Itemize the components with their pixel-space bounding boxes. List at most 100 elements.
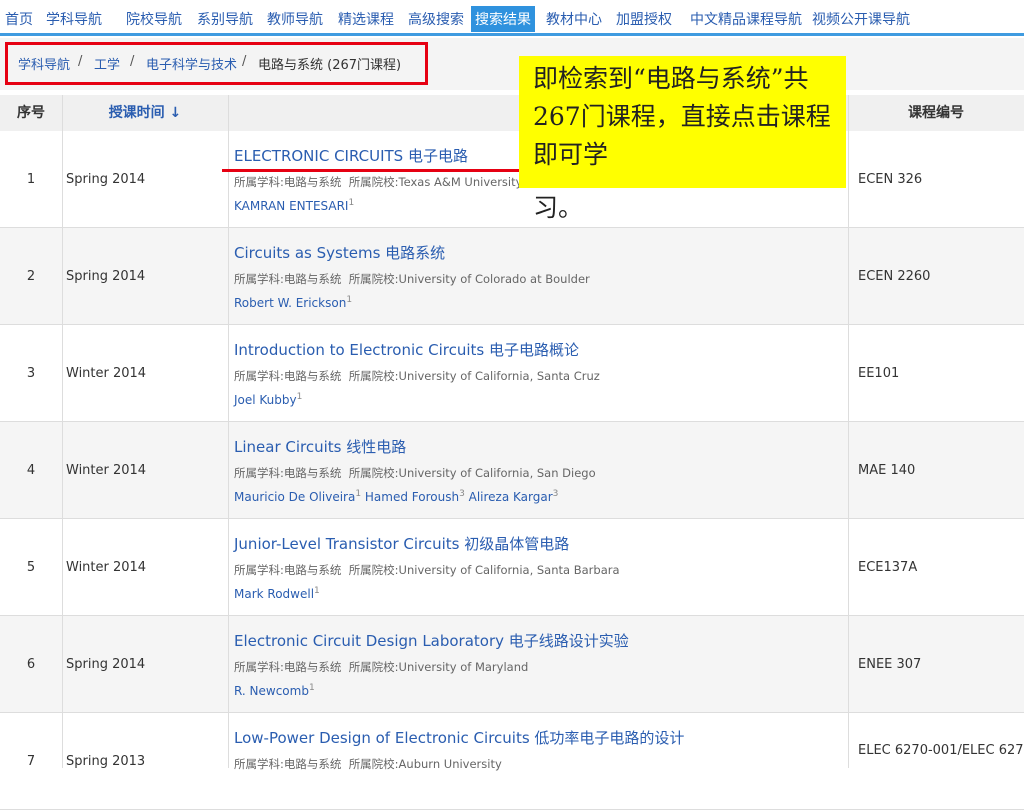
- course-school: 所属院校:University of California, Santa Bar…: [348, 563, 620, 577]
- course-meta: 所属学科:电路与系统 所属院校:University of Colorado a…: [234, 271, 590, 287]
- nav-open-video[interactable]: 视频公开课导航: [812, 9, 910, 29]
- course-code: ENEE 307: [858, 657, 922, 672]
- course-teachers: Mark Rodwell1: [234, 586, 320, 601]
- course-teachers: Mauricio De Oliveira1 Hamed Foroush3 Ali…: [234, 489, 558, 504]
- course-code: ECE137A: [858, 560, 918, 575]
- teacher-index: 1: [346, 295, 353, 305]
- course-meta: 所属学科:电路与系统 所属院校:Texas A&M University: [234, 174, 522, 190]
- header-time-sort[interactable]: 授课时间 ↓: [62, 95, 228, 131]
- row-time: Spring 2014: [66, 269, 146, 284]
- course-subject: 所属学科:电路与系统: [234, 466, 342, 480]
- teacher-index: 1: [308, 683, 315, 693]
- nav-partnership[interactable]: 加盟授权: [616, 9, 672, 29]
- course-school: 所属院校:University of Colorado at Boulder: [348, 272, 590, 286]
- nav-search-results[interactable]: 搜索结果: [471, 6, 535, 32]
- teacher-link[interactable]: Alireza Kargar: [469, 490, 553, 504]
- course-code: ELEC 6270-001/ELEC 6270-001: [858, 743, 1024, 758]
- annotation-callout-tail: 习。: [519, 188, 583, 222]
- nav-advanced-search[interactable]: 高级搜索: [408, 9, 464, 29]
- course-code: ECEN 326: [858, 172, 923, 187]
- breadcrumb-engineering[interactable]: 工学: [94, 54, 120, 73]
- breadcrumb-separator: /: [130, 54, 135, 69]
- course-teachers: Robert W. Erickson1: [234, 295, 352, 310]
- teacher-link[interactable]: Mark Rodwell: [234, 587, 314, 601]
- teacher-index: 1: [314, 586, 320, 596]
- teacher-link[interactable]: Hamed Foroush: [365, 490, 459, 504]
- table-row: 2 Spring 2014 Circuits as Systems 电路系统所属学科…: [0, 228, 1024, 325]
- nav-chinese-courses[interactable]: 中文精品课程导航: [690, 9, 802, 29]
- course-school: 所属院校:University of California, San Diego: [348, 466, 596, 480]
- course-meta: 所属学科:电路与系统 所属院校:University of California…: [234, 562, 620, 578]
- annotation-callout: 即检索到“电路与系统”共267门课程，直接点击课程即可学: [519, 56, 846, 188]
- course-meta: 所属学科:电路与系统 所属院校:University of Maryland: [234, 659, 528, 675]
- teacher-link[interactable]: Mauricio De Oliveira: [234, 490, 355, 504]
- course-teachers: KAMRAN ENTESARI1: [234, 198, 354, 213]
- course-subject: 所属学科:电路与系统: [234, 272, 342, 286]
- course-school: 所属院校:University of California, Santa Cru…: [348, 369, 600, 383]
- course-title-link[interactable]: Introduction to Electronic Circuits 电子电路…: [234, 339, 579, 360]
- course-subject: 所属学科:电路与系统: [234, 175, 342, 189]
- course-title-link[interactable]: Electronic Circuit Design Laboratory 电子线…: [234, 630, 629, 651]
- row-time: Spring 2013: [66, 754, 146, 769]
- teacher-link[interactable]: Robert W. Erickson: [234, 296, 346, 310]
- row-seq: 1: [26, 172, 36, 187]
- course-teachers: Joel Kubby1: [234, 392, 302, 407]
- teacher-link[interactable]: Joel Kubby: [234, 393, 297, 407]
- teacher-link[interactable]: KAMRAN ENTESARI: [234, 199, 348, 213]
- course-subject: 所属学科:电路与系统: [234, 757, 342, 771]
- course-title-link[interactable]: Junior-Level Transistor Circuits 初级晶体管电路: [234, 533, 569, 554]
- nav-textbooks[interactable]: 教材中心: [546, 9, 602, 29]
- course-title-link[interactable]: Linear Circuits 线性电路: [234, 436, 406, 457]
- row-seq: 4: [26, 463, 36, 478]
- course-school: 所属院校:Texas A&M University: [348, 175, 523, 189]
- course-title-link[interactable]: Low-Power Design of Electronic Circuits …: [234, 727, 684, 748]
- breadcrumb-electronic-science[interactable]: 电子科学与技术: [146, 54, 237, 73]
- course-title-link[interactable]: ELECTRONIC CIRCUITS 电子电路: [234, 145, 468, 166]
- breadcrumb-current: 电路与系统 (267门课程): [258, 58, 402, 73]
- breadcrumb-separator: /: [78, 54, 83, 69]
- course-meta: 所属学科:电路与系统 所属院校:University of California…: [234, 368, 600, 384]
- row-time: Winter 2014: [66, 366, 147, 381]
- teacher-index: 3: [552, 489, 559, 499]
- nav-department[interactable]: 系别导航: [197, 9, 253, 29]
- breadcrumb-subject-nav[interactable]: 学科导航: [18, 54, 70, 73]
- course-subject: 所属学科:电路与系统: [234, 369, 342, 383]
- nav-school[interactable]: 院校导航: [126, 9, 182, 29]
- course-meta: 所属学科:电路与系统 所属院校:University of California…: [234, 465, 596, 481]
- table-row: 3 Winter 2014 Introduction to Electronic C…: [0, 325, 1024, 422]
- table-row: 6 Spring 2014 Electronic Circuit Design La…: [0, 616, 1024, 713]
- course-subject: 所属学科:电路与系统: [234, 563, 342, 577]
- breadcrumb: 学科导航 / 工学 / 电子科学与技术 / 电路与系统 (267门课程): [0, 38, 1024, 90]
- table-header: 序号 授课时间 ↓ 课程编号: [0, 95, 1024, 131]
- header-seq: 序号: [17, 105, 45, 121]
- row-seq: 6: [26, 657, 36, 672]
- row-time: Spring 2014: [66, 172, 146, 187]
- column-divider: [62, 95, 63, 768]
- course-school: 所属院校:Auburn University: [348, 757, 502, 771]
- table-row: 5 Winter 2014 Junior-Level Transistor Circ…: [0, 519, 1024, 616]
- teacher-index: 1: [355, 489, 362, 499]
- row-seq: 5: [26, 560, 36, 575]
- row-seq: 7: [26, 754, 36, 769]
- nav-teacher[interactable]: 教师导航: [267, 9, 323, 29]
- course-title-link[interactable]: Circuits as Systems 电路系统: [234, 242, 445, 263]
- nav-subject[interactable]: 学科导航: [46, 9, 102, 29]
- column-divider: [228, 95, 229, 768]
- nav-home[interactable]: 首页: [5, 9, 33, 29]
- breadcrumb-separator: /: [242, 54, 247, 69]
- row-time: Winter 2014: [66, 463, 147, 478]
- course-subject: 所属学科:电路与系统: [234, 660, 342, 674]
- teacher-link[interactable]: R. Newcomb: [234, 684, 309, 698]
- course-code: MAE 140: [858, 463, 916, 478]
- nav-featured[interactable]: 精选课程: [338, 9, 394, 29]
- teacher-index: 3: [459, 489, 465, 499]
- row-seq: 2: [26, 269, 36, 284]
- table-row: 1 Spring 2014 ELECTRONIC CIRCUITS 电子电路所属学科…: [0, 131, 1024, 228]
